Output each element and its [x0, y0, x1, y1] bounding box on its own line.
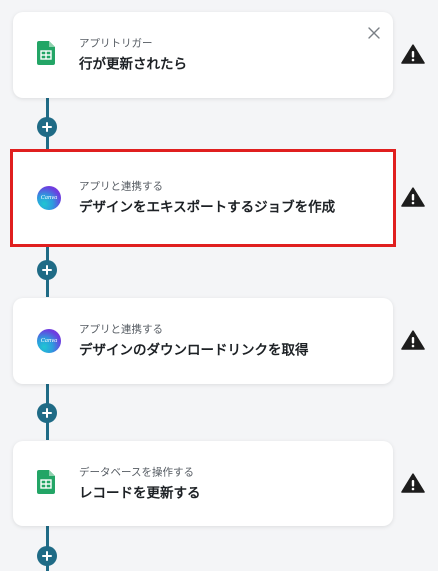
google-sheets-icon — [37, 469, 55, 498]
plus-icon — [42, 265, 52, 275]
warning-icon[interactable] — [401, 330, 425, 350]
step-title: レコードを更新する — [79, 485, 201, 501]
canva-logo-text: Canva — [40, 195, 58, 201]
step-title: デザインをエキスポートするジョブを作成 — [79, 199, 336, 216]
step-title: 行が更新されたら — [79, 56, 187, 73]
step-type-label: アプリと連携する — [79, 180, 163, 193]
step-type-label: アプリトリガー — [79, 37, 153, 50]
add-step-button[interactable] — [37, 546, 57, 566]
add-step-button[interactable] — [37, 260, 57, 280]
flow-step-card[interactable]: Canva アプリと連携する デザインのダウンロードリンクを取得 — [13, 298, 393, 384]
canva-icon: Canva — [37, 186, 61, 210]
add-step-button[interactable] — [37, 403, 57, 423]
step-type-label: アプリと連携する — [79, 323, 163, 336]
canva-logo-text: Canva — [40, 338, 58, 344]
canva-icon: Canva — [37, 329, 61, 353]
close-icon — [368, 27, 380, 39]
step-title: デザインのダウンロードリンクを取得 — [79, 342, 309, 359]
flow-step-card[interactable]: データベースを操作する レコードを更新する — [13, 441, 393, 526]
flow-step-card[interactable]: Canva アプリと連携する デザインをエキスポートするジョブを作成 — [10, 149, 396, 247]
flow-step-card[interactable]: アプリトリガー 行が更新されたら — [13, 12, 393, 98]
warning-icon[interactable] — [401, 187, 425, 207]
plus-icon — [42, 551, 52, 561]
close-button[interactable] — [368, 24, 380, 43]
warning-icon[interactable] — [401, 473, 425, 493]
plus-icon — [42, 122, 52, 132]
warning-icon[interactable] — [401, 44, 425, 64]
google-sheets-icon — [37, 41, 55, 69]
add-step-button[interactable] — [37, 117, 57, 137]
step-type-label: データベースを操作する — [79, 466, 194, 478]
plus-icon — [42, 408, 52, 418]
